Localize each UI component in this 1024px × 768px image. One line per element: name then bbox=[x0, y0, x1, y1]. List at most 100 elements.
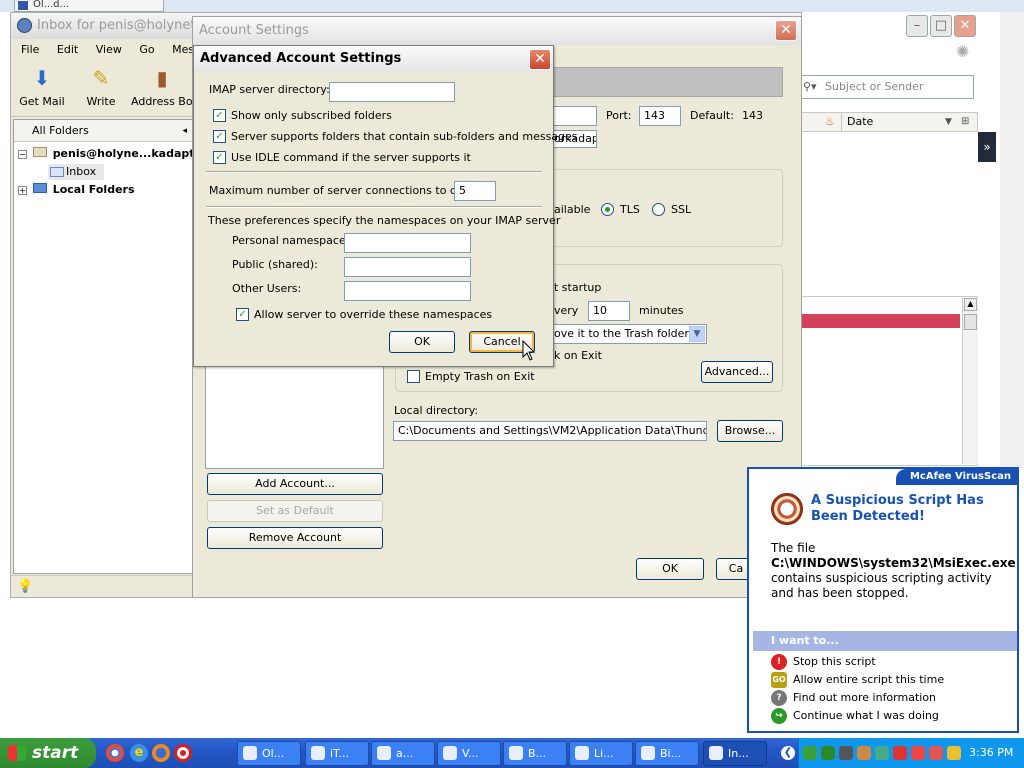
chevron-down-icon[interactable]: ▼ bbox=[689, 326, 705, 342]
status-bar: 💡 bbox=[11, 575, 193, 597]
opera-icon[interactable] bbox=[174, 744, 192, 762]
tls-radio[interactable] bbox=[601, 203, 614, 216]
write-button[interactable]: ✎ Write bbox=[81, 65, 121, 108]
continue-action[interactable]: ↪ Continue what I was doing bbox=[771, 708, 939, 724]
tray-expand-icon[interactable]: ❮ bbox=[781, 746, 795, 760]
chrome-icon[interactable] bbox=[106, 744, 124, 762]
empty-trash-checkbox[interactable] bbox=[407, 370, 420, 383]
account-ok-button[interactable]: OK bbox=[636, 558, 704, 580]
subfolders-checkbox[interactable]: ✓ bbox=[213, 130, 226, 143]
folder-pane: All Folders ◂ − penis@holyne...kadapter.… bbox=[13, 119, 193, 574]
highlighted-message-row[interactable] bbox=[802, 314, 960, 328]
scroll-thumb[interactable] bbox=[964, 314, 977, 330]
task-button[interactable]: iT... bbox=[305, 741, 369, 766]
account-settings-close-button[interactable]: ✕ bbox=[775, 20, 797, 41]
scroll-up-icon[interactable]: ▲ bbox=[964, 298, 977, 311]
task-button[interactable]: B... bbox=[503, 741, 567, 766]
ie-icon[interactable]: e bbox=[130, 744, 148, 762]
advanced-close-button[interactable]: ✕ bbox=[529, 49, 551, 70]
minimize-button[interactable]: – bbox=[906, 15, 928, 37]
address-book-button[interactable]: ▮ Address Boo bbox=[131, 65, 193, 108]
chevron-left-icon[interactable]: ◂ bbox=[182, 120, 187, 142]
browse-button[interactable]: Browse... bbox=[717, 420, 783, 442]
menu-file[interactable]: File bbox=[21, 39, 39, 61]
minutes-field[interactable]: 10 bbox=[588, 301, 630, 321]
port-field[interactable]: 143 bbox=[639, 106, 681, 126]
tray-icon[interactable] bbox=[803, 746, 817, 760]
account-tree[interactable] bbox=[205, 357, 384, 469]
firefox-icon[interactable] bbox=[152, 744, 170, 762]
default-port-value: 143 bbox=[742, 109, 763, 122]
start-button[interactable]: start bbox=[0, 738, 96, 768]
close-button[interactable]: ✕ bbox=[954, 15, 976, 37]
info-search-icon: ? bbox=[771, 690, 787, 706]
tray-icon[interactable] bbox=[839, 746, 853, 760]
task-button[interactable]: V... bbox=[437, 741, 501, 766]
folder-pane-header[interactable]: All Folders ◂ bbox=[14, 120, 192, 142]
expand-icon[interactable]: + bbox=[18, 186, 27, 195]
search-input[interactable]: ⚲▾ Subject or Sender bbox=[796, 75, 974, 99]
scrollbar[interactable]: ▲ bbox=[962, 298, 978, 464]
get-mail-button[interactable]: ⬇ Get Mail bbox=[17, 65, 67, 108]
delete-action-select[interactable]: ove it to the Trash folder ▼ bbox=[549, 324, 707, 344]
maximize-button[interactable]: □ bbox=[930, 15, 952, 37]
tray-icon[interactable] bbox=[857, 746, 871, 760]
advanced-button[interactable]: Advanced... bbox=[701, 361, 773, 383]
ssl-radio[interactable] bbox=[652, 203, 665, 216]
task-button[interactable]: Bi... bbox=[635, 741, 699, 766]
find-info-action[interactable]: ? Find out more information bbox=[771, 690, 936, 706]
server-name-field-partial[interactable] bbox=[549, 106, 597, 126]
personal-namespace-input[interactable] bbox=[344, 233, 471, 253]
thunderbird-icon bbox=[709, 746, 723, 760]
other-users-label: Other Users: bbox=[232, 282, 302, 295]
imap-directory-input[interactable] bbox=[329, 82, 455, 102]
local-folders-row[interactable]: + Local Folders bbox=[18, 182, 192, 198]
exit-fragment: k on Exit bbox=[554, 349, 602, 362]
column-picker-icon[interactable]: ⊞ bbox=[961, 113, 969, 131]
idle-checkbox[interactable]: ✓ bbox=[213, 151, 226, 164]
port-value: 143 bbox=[644, 109, 665, 122]
minutes-value: 10 bbox=[593, 304, 607, 317]
collapse-icon[interactable]: − bbox=[18, 150, 27, 159]
allow-script-action[interactable]: GO Allow entire script this time bbox=[771, 672, 944, 688]
browser-window-tab[interactable]: Ol...d... bbox=[14, 0, 164, 12]
subscribed-folders-checkbox[interactable]: ✓ bbox=[213, 109, 226, 122]
local-directory-field[interactable]: C:\Documents and Settings\VM2\Applicatio… bbox=[393, 421, 707, 441]
task-button[interactable]: Ol... bbox=[237, 741, 301, 766]
tray-icon[interactable] bbox=[929, 746, 943, 760]
max-connections-input[interactable]: 5 bbox=[454, 181, 496, 201]
sort-down-icon[interactable]: ▼ bbox=[945, 113, 952, 131]
thread-list[interactable] bbox=[800, 132, 978, 292]
browse-button-label: Browse... bbox=[724, 424, 776, 437]
tray-icon[interactable] bbox=[911, 746, 925, 760]
start-label: start bbox=[32, 743, 79, 763]
account-folder-row[interactable]: − penis@holyne...kadapter. bbox=[18, 146, 192, 162]
tray-icon[interactable] bbox=[875, 746, 889, 760]
advanced-ok-button[interactable]: OK bbox=[389, 331, 455, 353]
junk-column-icon[interactable]: ♨ bbox=[825, 113, 835, 131]
startup-fragment: t startup bbox=[554, 281, 602, 294]
remove-account-button[interactable]: Remove Account bbox=[207, 527, 383, 549]
inbox-folder-row[interactable]: Inbox bbox=[48, 164, 104, 180]
shield-icon[interactable] bbox=[947, 746, 961, 760]
tray-icon[interactable] bbox=[893, 746, 907, 760]
menu-go[interactable]: Go bbox=[139, 39, 154, 61]
mail-account-icon bbox=[32, 147, 47, 157]
throbber-icon: ✺ bbox=[956, 42, 970, 61]
collapse-chevron-icon[interactable]: » bbox=[978, 132, 996, 162]
task-button[interactable]: a... bbox=[371, 741, 435, 766]
task-label: In... bbox=[728, 747, 749, 760]
add-account-button[interactable]: Add Account... bbox=[207, 473, 383, 495]
subscribed-folders-label: Show only subscribed folders bbox=[231, 109, 392, 122]
advanced-dialog-titlebar: Advanced Account Settings bbox=[194, 46, 553, 72]
other-users-input[interactable] bbox=[344, 281, 471, 301]
menu-view[interactable]: View bbox=[96, 39, 122, 61]
task-button[interactable]: Li... bbox=[569, 741, 633, 766]
tray-icon[interactable] bbox=[821, 746, 835, 760]
allow-override-checkbox[interactable]: ✓ bbox=[236, 308, 249, 321]
public-namespace-input[interactable] bbox=[344, 257, 471, 277]
stop-script-action[interactable]: ! Stop this script bbox=[771, 654, 876, 670]
task-button-active[interactable]: In... bbox=[703, 741, 767, 766]
menu-edit[interactable]: Edit bbox=[57, 39, 78, 61]
date-column-header[interactable]: Date bbox=[847, 113, 873, 131]
